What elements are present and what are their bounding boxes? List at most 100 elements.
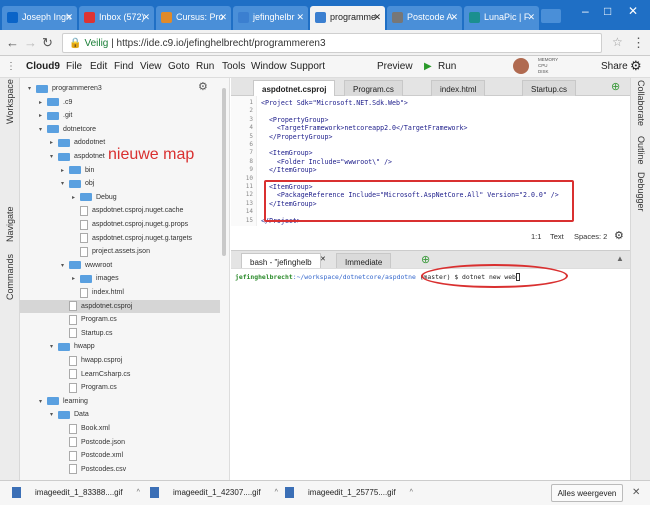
tree-folder[interactable]: ▸ bin <box>61 164 94 177</box>
download-item[interactable]: imageedit_1_42307....gif ^ <box>150 487 278 498</box>
expand-panel-icon[interactable]: ▲ <box>616 254 624 263</box>
tree-file[interactable]: index.html <box>72 286 124 299</box>
chevron-right-icon[interactable]: ▸ <box>39 112 47 119</box>
chevron-right-icon[interactable]: ▸ <box>72 275 80 282</box>
tree-folder[interactable]: ▸ .c9 <box>39 96 72 109</box>
tree-folder[interactable]: ▾ obj <box>61 177 94 190</box>
tree-file[interactable]: Program.cs <box>61 381 117 394</box>
menu-expand-icon[interactable]: ⋮ <box>6 61 16 72</box>
close-window-icon[interactable]: ✕ <box>628 4 638 18</box>
close-downloads-icon[interactable]: ✕ <box>632 487 640 498</box>
tab-bash[interactable]: bash - "jefinghelb <box>241 253 321 269</box>
new-tab-plus-icon[interactable]: ⊕ <box>611 80 620 93</box>
chevron-right-icon[interactable]: ▸ <box>39 99 47 106</box>
chevron-down-icon[interactable]: ▾ <box>39 398 47 405</box>
browser-tab[interactable]: Postcode A ✕ <box>387 6 462 30</box>
syntax-mode[interactable]: Text <box>550 232 564 241</box>
browser-tab[interactable]: Inbox (572) ✕ <box>79 6 154 30</box>
bookmark-star-icon[interactable]: ☆ <box>612 35 623 49</box>
menu-edit[interactable]: Edit <box>90 61 107 72</box>
menu-run[interactable]: Run <box>196 61 214 72</box>
tree-folder[interactable]: ▾ aspdotnet <box>50 150 105 163</box>
close-tab-icon[interactable]: ✕ <box>320 255 326 263</box>
maximize-icon[interactable]: □ <box>604 4 611 18</box>
browser-tab[interactable]: programme ✕ <box>310 6 385 30</box>
navigate-panel-tab[interactable]: Navigate <box>5 206 15 242</box>
new-terminal-plus-icon[interactable]: ⊕ <box>421 253 430 266</box>
tree-file[interactable]: aspdotnet.csproj.nuget.g.targets <box>72 232 192 245</box>
close-tab-icon[interactable]: ✕ <box>65 12 73 23</box>
back-icon[interactable]: ← <box>6 35 19 50</box>
chevron-down-icon[interactable]: ▾ <box>50 411 58 418</box>
tree-file[interactable]: project.assets.json <box>72 245 150 258</box>
tab-startup-cs[interactable]: Startup.cs <box>522 80 577 96</box>
chevron-right-icon[interactable]: ▸ <box>61 167 69 174</box>
tree-folder[interactable]: ▸ adodotnet <box>50 136 105 149</box>
tree-file[interactable]: LearnCsharp.cs <box>61 368 130 381</box>
browser-tab[interactable]: Joseph Ingh ✕ <box>2 6 77 30</box>
chevron-down-icon[interactable]: ▾ <box>28 85 36 92</box>
tree-file[interactable]: Postcodes.csv <box>61 463 126 476</box>
chevron-down-icon[interactable]: ▾ <box>61 180 69 187</box>
browser-menu-icon[interactable]: ⋮ <box>632 35 645 51</box>
gear-icon[interactable]: ⚙ <box>630 58 642 74</box>
tab-immediate[interactable]: Immediate <box>336 253 392 269</box>
menu-find[interactable]: Find <box>114 61 133 72</box>
tree-file[interactable]: Startup.cs <box>61 327 113 340</box>
forward-icon[interactable]: → <box>24 35 37 50</box>
menu-tools[interactable]: Tools <box>222 61 245 72</box>
editor-settings-gear-icon[interactable]: ⚙ <box>614 229 624 242</box>
tree-folder[interactable]: ▸ images <box>72 272 119 285</box>
run-icon[interactable]: ▶ <box>424 61 432 72</box>
menu-file[interactable]: File <box>66 61 82 72</box>
tree-file[interactable]: Postcode.json <box>61 436 125 449</box>
tree-file[interactable]: Book.xml <box>61 422 110 435</box>
avatar[interactable] <box>513 58 529 74</box>
tab-index-html[interactable]: index.html <box>431 80 486 96</box>
tree-folder[interactable]: ▸ .git <box>39 109 72 122</box>
chevron-up-icon[interactable]: ^ <box>410 489 413 496</box>
tree-scrollbar[interactable] <box>222 88 226 256</box>
tree-file[interactable]: Postcode.xml <box>61 449 123 462</box>
tree-file[interactable]: aspdotnet.csproj.nuget.g.props <box>72 218 188 231</box>
tree-settings-gear-icon[interactable]: ⚙ <box>198 80 208 93</box>
close-tab-icon[interactable]: ✕ <box>296 12 304 23</box>
tree-file[interactable]: aspdotnet.csproj.nuget.cache <box>72 204 183 217</box>
debugger-panel-tab[interactable]: Debugger <box>636 172 646 212</box>
commands-panel-tab[interactable]: Commands <box>5 254 15 300</box>
chevron-down-icon[interactable]: ▾ <box>39 126 47 133</box>
code-editor[interactable]: 1 2 3 4 5 6 7 8 9 10 11 12 13 14 15 <Project Sdk="Micr… <box>231 96 630 242</box>
close-tab-icon[interactable]: ✕ <box>450 12 458 23</box>
close-tab-icon[interactable]: ✕ <box>219 12 227 23</box>
reload-icon[interactable]: ↻ <box>42 35 53 51</box>
tree-file[interactable]: Program.cs <box>61 313 117 326</box>
chevron-down-icon[interactable]: ▾ <box>61 262 69 269</box>
indent-setting[interactable]: Spaces: 2 <box>574 232 607 241</box>
browser-tab[interactable]: jefinghelbr ✕ <box>233 6 308 30</box>
menu-support[interactable]: Support <box>290 61 325 72</box>
download-item[interactable]: imageedit_1_83388....gif ^ <box>12 487 140 498</box>
chevron-right-icon[interactable]: ▸ <box>72 194 80 201</box>
tree-folder[interactable]: ▾ hwapp <box>50 340 95 353</box>
share-button[interactable]: Share <box>601 61 628 72</box>
preview-button[interactable]: Preview <box>377 61 413 72</box>
download-item[interactable]: imageedit_1_25775....gif ^ <box>285 487 413 498</box>
tree-folder[interactable]: ▾ programmeren3 <box>28 82 102 95</box>
menu-view[interactable]: View <box>140 61 162 72</box>
tree-folder[interactable]: ▾ wwwroot <box>61 259 112 272</box>
cloud9-brand[interactable]: Cloud9 <box>26 61 60 72</box>
tree-folder[interactable]: ▾ Data <box>50 408 89 421</box>
show-all-downloads-button[interactable]: Alles weergeven <box>551 484 623 502</box>
url-input[interactable]: 🔒 Veilig | https://ide.c9.io/jefinghelbre… <box>62 33 602 53</box>
close-tab-icon[interactable]: ✕ <box>527 12 535 23</box>
tab-program-cs[interactable]: Program.cs <box>344 80 403 96</box>
terminal[interactable]: jefinghelbrecht:~/workspace/dotnetcore/a… <box>231 264 630 480</box>
minimize-icon[interactable]: – <box>582 4 589 18</box>
chevron-down-icon[interactable]: ▾ <box>50 343 58 350</box>
chevron-up-icon[interactable]: ^ <box>275 489 278 496</box>
close-tab-icon[interactable]: ✕ <box>142 12 150 23</box>
menu-window[interactable]: Window <box>251 61 287 72</box>
run-button[interactable]: Run <box>438 61 456 72</box>
tree-file[interactable]: hwapp.csproj <box>61 354 122 367</box>
collaborate-panel-tab[interactable]: Collaborate <box>636 80 646 126</box>
